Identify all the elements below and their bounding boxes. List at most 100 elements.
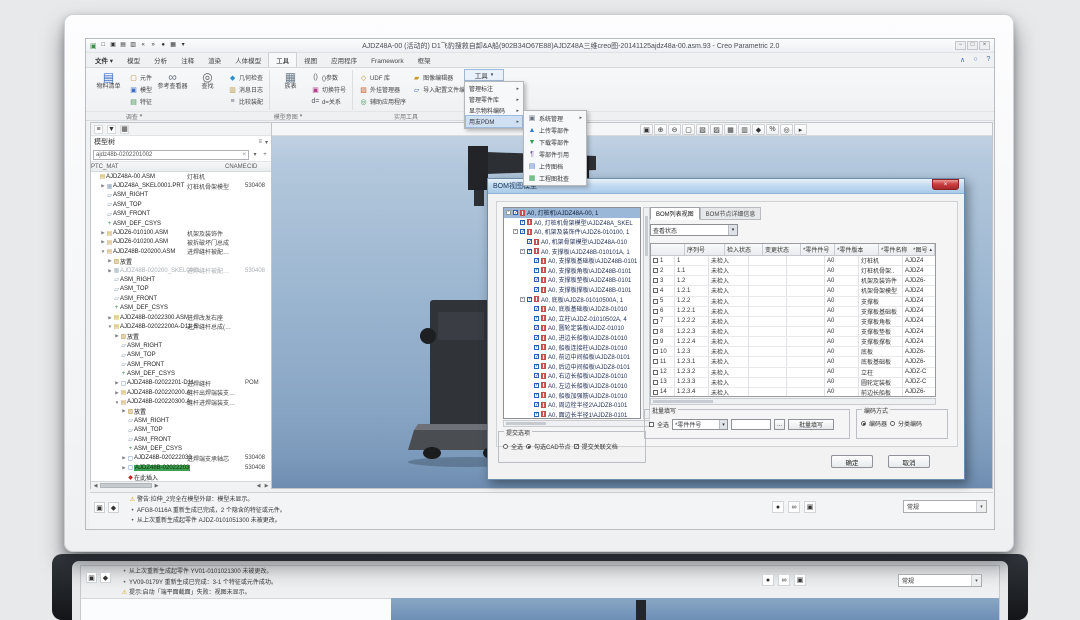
- bom-tree-row[interactable]: A0, 后边中间船板\AJDZ8-0101: [504, 362, 640, 372]
- part-number-cell[interactable]: [787, 347, 825, 356]
- icon[interactable]: ▨: [710, 124, 723, 135]
- chevron-down-icon[interactable]: ▾: [976, 501, 986, 512]
- expander-icon[interactable]: -: [506, 210, 511, 215]
- tree-row[interactable]: ▱ ASM_FRONT: [91, 360, 271, 369]
- tree-row[interactable]: ▶ ▢ AJDZ48B-02022203 530408: [91, 463, 271, 472]
- part-number-cell[interactable]: [787, 276, 825, 285]
- part-number-cell[interactable]: [787, 266, 825, 275]
- expander-icon[interactable]: -: [513, 229, 518, 234]
- tree-row[interactable]: ▶ ▨ 放置: [91, 257, 271, 266]
- table-row[interactable]: 13 1.2.3.3 未检入 A0 圆轮定装板 AJDZ-C: [651, 378, 935, 388]
- bom-tree-row[interactable]: A0, 支撑板角板\AJDZ48B-0101: [504, 266, 640, 276]
- table-row[interactable]: 11 1.2.3.1 未检入 A0 底板基础板 AJDZ6-: [651, 357, 935, 367]
- column-header[interactable]: 变更状态: [763, 244, 801, 255]
- tree-row[interactable]: ◆ 在此插入: [91, 473, 271, 482]
- sort-icon[interactable]: ▴: [929, 247, 932, 253]
- checkbox[interactable]: [527, 249, 532, 254]
- part-number-cell[interactable]: [787, 337, 825, 346]
- checkbox[interactable]: [534, 393, 539, 398]
- ribbon-tab[interactable]: 人体模型: [228, 53, 268, 67]
- icon[interactable]: ≡: [94, 125, 103, 134]
- menu-item[interactable]: 显示物料编码▸: [466, 105, 522, 116]
- clear-icon[interactable]: ×: [242, 152, 246, 158]
- icon[interactable]: ≡: [258, 139, 262, 146]
- bom-tree-row[interactable]: - A0, 支撑板\AJDZ48B-010101A, 1: [504, 246, 640, 256]
- checkbox[interactable]: [513, 210, 518, 215]
- ribbon-group-label[interactable]: 模型意图▾: [182, 112, 394, 120]
- ribbon-tab[interactable]: 分析: [147, 53, 174, 67]
- column-header[interactable]: PTC_MAT: [91, 164, 119, 170]
- cad-nodes-radio[interactable]: [526, 444, 531, 449]
- menu-item[interactable]: 管理标注▸: [466, 83, 522, 94]
- tree-row[interactable]: + ASM_DEF_CSYS: [91, 444, 271, 453]
- scrollbar-thumb[interactable]: [653, 400, 713, 403]
- icon[interactable]: »: [149, 41, 158, 50]
- row-checkbox[interactable]: [653, 370, 658, 375]
- chevron-down-icon[interactable]: ▾: [719, 420, 727, 429]
- icon[interactable]: ▢: [682, 124, 695, 135]
- column-header[interactable]: 检入状态: [725, 244, 763, 255]
- ribbon-small-button[interactable]: ◆几何检查: [226, 72, 265, 83]
- checkbox[interactable]: [534, 364, 539, 369]
- ribbon-small-button[interactable]: ▣模型: [127, 84, 154, 95]
- tree-row[interactable]: ▱ ASM_TOP: [91, 285, 271, 294]
- scrollbar-thumb[interactable]: [100, 483, 152, 488]
- icon[interactable]: ▤: [119, 41, 128, 50]
- ribbon-tab[interactable]: 应用程序: [324, 53, 364, 67]
- part-number-cell[interactable]: [787, 378, 825, 387]
- column-header[interactable]: *图号▴: [911, 244, 935, 255]
- icon[interactable]: ▾: [179, 41, 188, 50]
- tree-row[interactable]: ▶ ▤ AJDZ6-010200.ASM 被拆破坏门总成: [91, 238, 271, 247]
- ribbon-big-button[interactable]: ▦族表: [274, 70, 307, 110]
- part-number-cell[interactable]: [787, 286, 825, 295]
- row-checkbox[interactable]: [653, 268, 658, 273]
- tree-row[interactable]: ▱ ASM_RIGHT: [91, 341, 271, 350]
- bom-tree-row[interactable]: A0, 前边中间船板\AJDZ8-0101: [504, 352, 640, 362]
- tree-row[interactable]: ▱ ASM_TOP: [91, 200, 271, 209]
- bom-tree-row[interactable]: A0, 周边栓半径2\AJDZ8-0101: [504, 400, 640, 410]
- ribbon-tab[interactable]: 渲染: [201, 53, 228, 67]
- tree-row[interactable]: ▶ ▢ AJDZ48B-020222030 进焊端支承轴芯 530408: [91, 454, 271, 463]
- window-control[interactable]: □: [967, 41, 978, 50]
- table-row[interactable]: 3 1.2 未检入 A0 机架及装饰件 AJDZ6-: [651, 276, 935, 286]
- checkbox[interactable]: [534, 402, 539, 407]
- checkbox[interactable]: [520, 220, 525, 225]
- batch-fill-button[interactable]: 批量填写: [788, 419, 834, 430]
- icon[interactable]: ∧: [958, 55, 967, 64]
- tree-row[interactable]: ▱ ASM_TOP: [91, 350, 271, 359]
- ribbon-big-button[interactable]: ▤物料清单: [92, 70, 125, 110]
- row-checkbox[interactable]: [653, 278, 658, 283]
- search-input[interactable]: ajdz48b-0202201002 ×: [93, 150, 249, 160]
- column-header[interactable]: *零件版本: [835, 244, 879, 255]
- bom-tree-row[interactable]: A0, 面边长半径1\AJDZ8-0101: [504, 409, 640, 419]
- column-header[interactable]: [651, 244, 685, 255]
- ribbon-tab[interactable]: 工具: [268, 52, 297, 67]
- row-checkbox[interactable]: [653, 380, 658, 385]
- ribbon-small-button[interactable]: ▥消息日志: [226, 84, 265, 95]
- ribbon-small-button[interactable]: ▣切换符号: [309, 84, 348, 95]
- tree-row[interactable]: ▱ ASM_RIGHT: [91, 275, 271, 284]
- secondary-search-combo[interactable]: 常规 ▾: [898, 574, 982, 587]
- icon[interactable]: ▣: [804, 501, 816, 513]
- tree-row[interactable]: ▼ ▤ AJDZ48B-020220300.A 缝杆进焊端装支…: [91, 397, 271, 406]
- tree-row[interactable]: ▱ ASM_FRONT: [91, 435, 271, 444]
- table-row[interactable]: 1 1 未检入 A0 灯桩机 AJDZ4: [651, 256, 935, 266]
- classified-coding-radio[interactable]: [890, 421, 895, 426]
- tree-row[interactable]: + ASM_DEF_CSYS: [91, 219, 271, 228]
- menu-item[interactable]: ¶零部件引用: [525, 148, 585, 160]
- view-status-combo[interactable]: 查看状态 ▾: [650, 224, 738, 236]
- bom-tree-row[interactable]: A0, 支撑板撑板\AJDZ48B-0101: [504, 285, 640, 295]
- bom-tree-row[interactable]: - A0, 底板\AJDZ8-01010500A, 1: [504, 294, 640, 304]
- tree-row[interactable]: ▶ ▤ AJDZ48B-02022300.ASM 进焊改发右座: [91, 313, 271, 322]
- icon[interactable]: ∞: [788, 501, 800, 513]
- icon[interactable]: ▣: [86, 572, 97, 583]
- tree-row[interactable]: ▱ ASM_TOP: [91, 426, 271, 435]
- bom-tree-row[interactable]: A0, 左边长船板\AJDZ8-01010: [504, 381, 640, 391]
- row-checkbox[interactable]: [653, 258, 658, 263]
- icon[interactable]: ▣: [94, 502, 105, 513]
- tree-row[interactable]: ▶ ▨ 放置: [91, 332, 271, 341]
- ribbon-small-button[interactable]: ▨外挂管理器: [357, 84, 408, 95]
- batch-select-all-checkbox[interactable]: [649, 422, 654, 427]
- tree-row[interactable]: ▱ ASM_RIGHT: [91, 191, 271, 200]
- ribbon-group-label[interactable]: 调查▾: [86, 112, 182, 120]
